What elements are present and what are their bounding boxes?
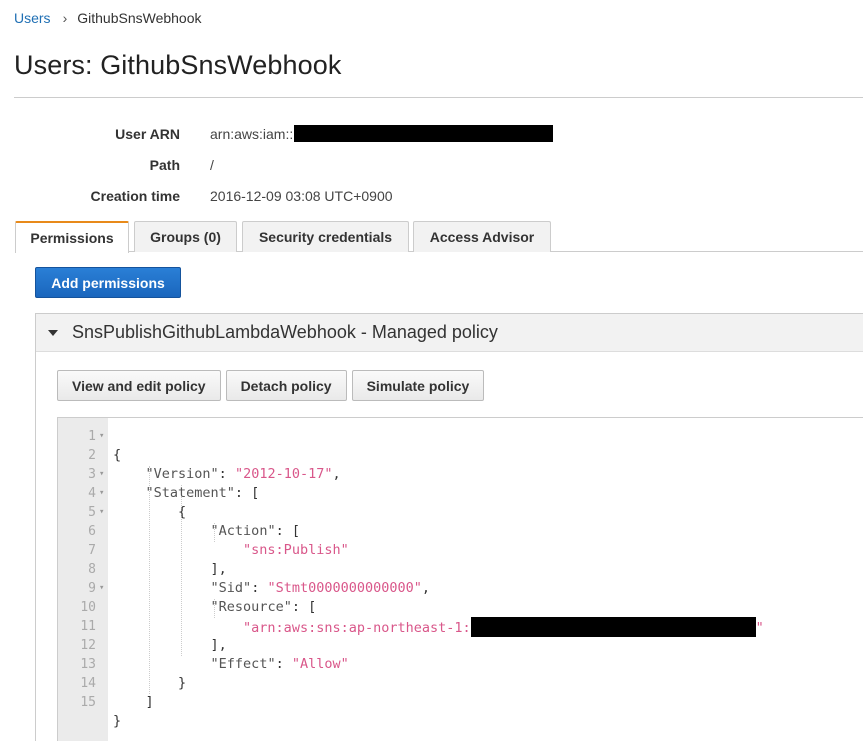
- line-number-text: 3: [88, 467, 96, 482]
- line-number-text: 5: [88, 505, 96, 520]
- policy-panel: SnsPublishGithubLambdaWebhook - Managed …: [35, 313, 863, 741]
- line-number-text: 7: [88, 543, 96, 558]
- json-key-action: "Action": [210, 523, 276, 539]
- line-number-text: 6: [88, 524, 96, 539]
- tab-security-credentials[interactable]: Security credentials: [242, 221, 409, 252]
- line-number-text: 10: [80, 600, 96, 615]
- creation-time-value: 2016-12-09 03:08 UTC+0900: [210, 187, 393, 204]
- user-arn-label: User ARN: [115, 125, 180, 142]
- line-number-text: 15: [80, 695, 96, 710]
- breadcrumb-current: GithubSnsWebhook: [77, 10, 202, 26]
- creation-time-label: Creation time: [90, 187, 180, 204]
- line-number-text: 11: [80, 619, 96, 634]
- json-value-version: "2012-10-17": [234, 466, 333, 482]
- path-value: /: [210, 156, 214, 173]
- json-brace-open: {: [113, 447, 122, 463]
- summary-row-arn: User ARN arn:aws:iam::: [0, 118, 700, 149]
- page-title: Users: GithubSnsWebhook: [14, 50, 342, 80]
- tab-permissions[interactable]: Permissions: [15, 221, 129, 253]
- line-number-text: 14: [80, 676, 96, 691]
- title-divider: [14, 97, 863, 98]
- json-array-close: ]: [145, 694, 154, 710]
- line-number-text: 8: [88, 562, 96, 577]
- json-value-action: "sns:Publish": [243, 542, 349, 558]
- json-value-effect: "Allow": [291, 656, 349, 672]
- json-value-resource-end: ": [755, 620, 764, 636]
- line-number-text: 12: [80, 638, 96, 653]
- policy-header[interactable]: SnsPublishGithubLambdaWebhook - Managed …: [36, 314, 863, 352]
- summary-row-path: Path /: [0, 149, 700, 180]
- line-number-text: 4: [88, 486, 96, 501]
- json-key-sid: "Sid": [210, 580, 252, 596]
- user-summary: User ARN arn:aws:iam:: Path / Creation t…: [0, 118, 700, 211]
- chevron-right-icon: ›: [62, 10, 68, 26]
- json-key-resource: "Resource": [210, 599, 292, 615]
- fold-caret-icon[interactable]: ▾: [99, 579, 104, 598]
- fold-caret-icon[interactable]: ▾: [99, 465, 104, 484]
- policy-actions: View and edit policy Detach policy Simul…: [57, 370, 485, 401]
- breadcrumb-link-users[interactable]: Users: [14, 10, 51, 26]
- line-number-text: 1: [88, 429, 96, 444]
- json-value-resource: "arn:aws:sns:ap-northeast-1:: [243, 620, 471, 636]
- redacted-block: [470, 617, 756, 637]
- user-arn-text: arn:aws:iam::: [210, 125, 294, 142]
- summary-row-created: Creation time 2016-12-09 03:08 UTC+0900: [0, 180, 700, 211]
- tab-groups[interactable]: Groups (0): [134, 221, 237, 252]
- view-edit-policy-button[interactable]: View and edit policy: [57, 370, 221, 401]
- tab-bar: Permissions Groups (0) Security credenti…: [15, 221, 863, 253]
- breadcrumb: Users › GithubSnsWebhook: [14, 10, 202, 26]
- add-permissions-button[interactable]: Add permissions: [35, 267, 181, 298]
- line-number-text: 13: [80, 657, 96, 672]
- redacted-block: [294, 125, 554, 142]
- tab-access-advisor[interactable]: Access Advisor: [413, 221, 551, 252]
- user-arn-value: arn:aws:iam::: [210, 125, 554, 142]
- detach-policy-button[interactable]: Detach policy: [225, 370, 347, 401]
- line-number-text: 9: [88, 581, 96, 596]
- caret-down-icon[interactable]: [48, 329, 58, 336]
- fold-caret-icon[interactable]: ▾: [99, 484, 104, 503]
- json-value-sid: "Stmt0000000000000": [267, 580, 422, 596]
- json-statement-close: }: [178, 675, 187, 691]
- policy-title: SnsPublishGithubLambdaWebhook - Managed …: [72, 322, 498, 342]
- json-statement-open: {: [178, 504, 187, 520]
- fold-caret-icon[interactable]: ▾: [99, 503, 104, 522]
- line-number-text: 2: [88, 448, 96, 463]
- json-brace-close: }: [113, 713, 122, 729]
- json-key-statement: "Statement": [145, 485, 235, 501]
- simulate-policy-button[interactable]: Simulate policy: [351, 370, 485, 401]
- path-label: Path: [149, 156, 180, 173]
- json-key-effect: "Effect": [210, 656, 276, 672]
- policy-json-editor[interactable]: { "Version": "2012-10-17", "Statement": …: [57, 417, 863, 741]
- json-key-version: "Version": [145, 466, 219, 482]
- fold-caret-icon[interactable]: ▾: [99, 427, 104, 446]
